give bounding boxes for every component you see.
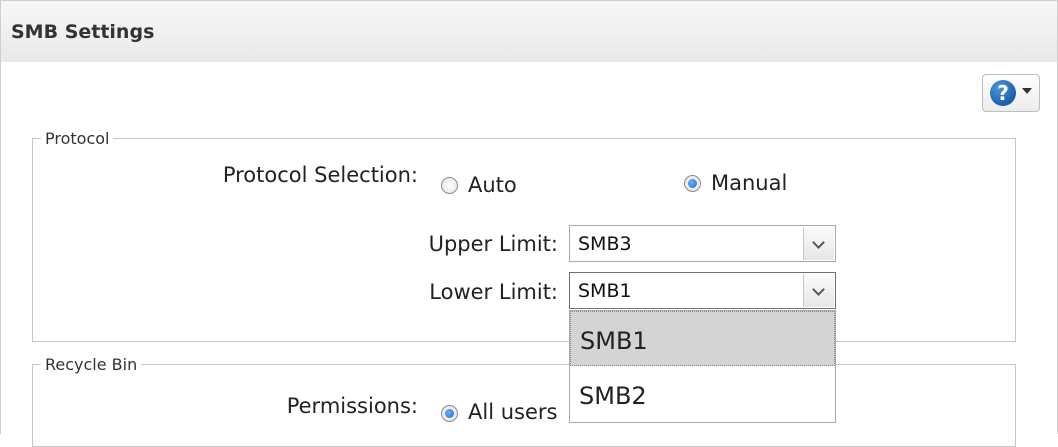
lower-limit-label: Lower Limit: bbox=[429, 280, 558, 304]
upper-limit-value: SMB3 bbox=[578, 233, 632, 255]
help-icon: ? bbox=[990, 80, 1016, 106]
lower-limit-value: SMB1 bbox=[578, 280, 632, 302]
dropdown-option-smb1[interactable]: SMB1 bbox=[570, 311, 835, 366]
protocol-legend: Protocol bbox=[45, 129, 110, 148]
radio-auto-label[interactable]: Auto bbox=[468, 173, 517, 197]
permissions-label: Permissions: bbox=[286, 394, 418, 418]
chevron-down-icon[interactable] bbox=[803, 227, 834, 260]
recycle-bin-legend: Recycle Bin bbox=[45, 355, 138, 374]
lower-limit-dropdown: SMB1 SMB2 bbox=[569, 310, 836, 423]
protocol-selection-label: Protocol Selection: bbox=[222, 163, 418, 187]
settings-header: SMB Settings bbox=[0, 0, 1058, 63]
lower-limit-select[interactable]: SMB1 bbox=[569, 272, 836, 309]
dropdown-option-smb2[interactable]: SMB2 bbox=[570, 367, 835, 422]
radio-manual-label[interactable]: Manual bbox=[711, 171, 787, 195]
radio-auto[interactable] bbox=[441, 177, 458, 194]
help-button[interactable]: ? bbox=[982, 74, 1040, 112]
upper-limit-select[interactable]: SMB3 bbox=[569, 225, 836, 262]
chevron-down-icon[interactable] bbox=[803, 274, 834, 307]
radio-all-users-label[interactable]: All users bbox=[468, 400, 557, 424]
upper-limit-label: Upper Limit: bbox=[428, 232, 558, 256]
radio-all-users[interactable] bbox=[441, 405, 458, 422]
radio-manual[interactable] bbox=[684, 175, 701, 192]
settings-title: SMB Settings bbox=[11, 21, 155, 43]
chevron-down-icon bbox=[1022, 88, 1032, 94]
